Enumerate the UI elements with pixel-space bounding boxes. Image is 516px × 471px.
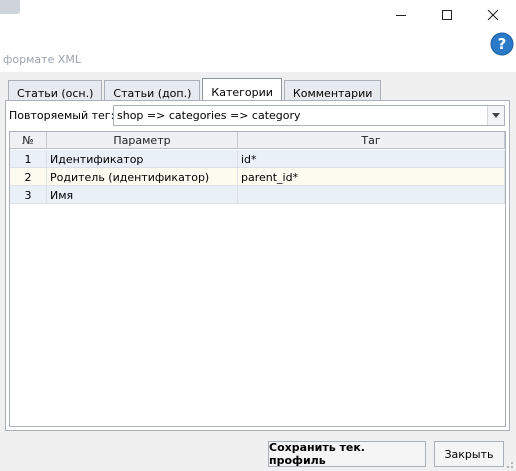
minimize-icon xyxy=(396,15,406,16)
dialog-header: форматe XML ? xyxy=(0,30,516,72)
repeat-tag-dropdown-button[interactable] xyxy=(487,106,504,125)
repeat-tag-value: shop => categories => category xyxy=(117,109,301,122)
close-icon xyxy=(487,9,499,21)
repeat-tag-select[interactable]: shop => categories => category xyxy=(113,105,505,126)
column-header-number[interactable]: № xyxy=(10,132,47,149)
minimize-button[interactable] xyxy=(378,0,424,30)
maximize-icon xyxy=(442,10,452,20)
chevron-down-icon xyxy=(492,113,500,118)
maximize-button[interactable] xyxy=(424,0,470,30)
svg-text:?: ? xyxy=(498,35,507,53)
resize-grip-icon[interactable] xyxy=(504,459,514,469)
row-tag[interactable]: parent_id* xyxy=(238,168,505,186)
close-button[interactable]: Закрыть xyxy=(434,441,504,467)
row-tag[interactable]: id* xyxy=(238,150,505,168)
column-header-tag[interactable]: Таг xyxy=(238,132,505,149)
close-window-button[interactable] xyxy=(470,0,516,30)
dialog-subtitle: форматe XML xyxy=(3,53,81,66)
repeat-tag-row: Повторяемый тег: shop => categories => c… xyxy=(6,105,511,127)
table-row[interactable]: 2 Родитель (идентификатор) parent_id* xyxy=(10,168,505,186)
table-row[interactable]: 3 Имя xyxy=(10,186,505,204)
row-number: 1 xyxy=(10,150,47,168)
repeat-tag-label: Повторяемый тег: xyxy=(9,109,115,122)
row-number: 2 xyxy=(10,168,47,186)
row-number: 3 xyxy=(10,186,47,204)
column-header-parameter[interactable]: Параметр xyxy=(47,132,238,149)
row-tag[interactable] xyxy=(238,186,505,204)
row-parameter[interactable]: Имя xyxy=(47,186,238,204)
help-icon[interactable]: ? xyxy=(490,32,514,56)
row-parameter[interactable]: Идентификатор xyxy=(47,150,238,168)
table-row[interactable]: 1 Идентификатор id* xyxy=(10,150,505,168)
grid-header: № Параметр Таг xyxy=(10,132,505,149)
title-bar xyxy=(0,0,516,30)
save-profile-button[interactable]: Сохранить тек. профиль xyxy=(268,441,426,467)
tab-panel-categories: Повторяемый тег: shop => categories => c… xyxy=(5,100,510,431)
parameters-grid: № Параметр Таг 1 Идентификатор id* 2 Род… xyxy=(9,131,506,427)
dialog-content: Статьи (осн.) Статьи (доп.) Категории Ко… xyxy=(0,72,516,471)
row-parameter[interactable]: Родитель (идентификатор) xyxy=(47,168,238,186)
title-bar-edge xyxy=(0,0,20,14)
